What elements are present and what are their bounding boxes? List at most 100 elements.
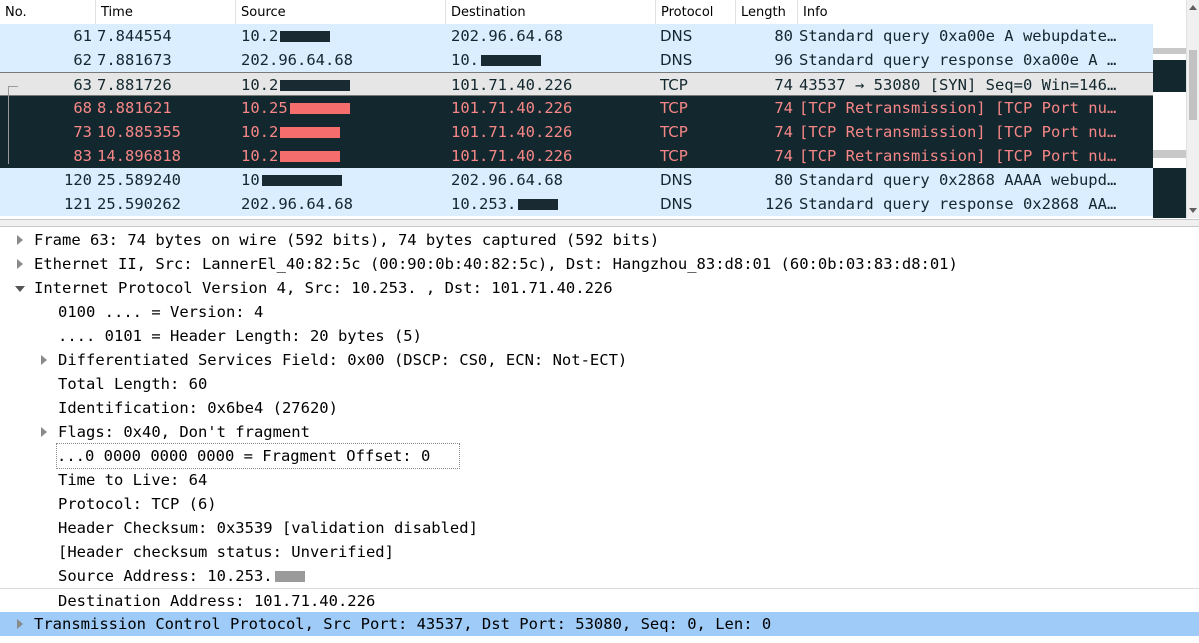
packet-protocol: DNS (660, 51, 693, 69)
detail-ethernet[interactable]: Ethernet II, Src: LannerEl_40:82:5c (00:… (0, 252, 1199, 276)
packet-time: 8.881621 (97, 99, 172, 117)
redaction-mark (280, 80, 351, 91)
minimap-band (1153, 48, 1186, 54)
column-length[interactable]: Length (736, 0, 798, 24)
packet-no: 120 (64, 171, 92, 189)
packet-time: 10.885355 (97, 123, 181, 141)
conversation-bracket (8, 86, 19, 164)
redaction-mark (481, 55, 541, 66)
detail-ip-flags[interactable]: Flags: 0x40, Don't fragment (0, 420, 1199, 444)
collapse-arrow-icon[interactable] (15, 286, 25, 292)
detail-ip[interactable]: Internet Protocol Version 4, Src: 10.253… (0, 276, 1199, 300)
scroll-down-icon[interactable] (1189, 208, 1197, 213)
packet-source: 10.2 (241, 73, 445, 97)
expand-arrow-icon[interactable] (17, 619, 23, 629)
packet-destination: 101.71.40.226 (451, 99, 573, 117)
packet-destination: 202.96.64.68 (451, 171, 563, 189)
detail-ip-identification[interactable]: Identification: 0x6be4 (27620) (0, 396, 1199, 420)
packet-protocol: TCP (660, 99, 688, 117)
packet-protocol: DNS (660, 195, 693, 213)
packet-row[interactable]: 120 25.589240 10 202.96.64.68 DNS 80 Sta… (0, 168, 1153, 192)
packet-row[interactable]: 62 7.881673 202.96.64.68 10. DNS 96 Stan… (0, 48, 1153, 72)
packet-source: 10.2 (241, 144, 445, 168)
packet-row[interactable]: 73 10.885355 10.2 101.71.40.226 TCP 74 [… (0, 120, 1153, 144)
detail-ip-checksum-status[interactable]: [Header checksum status: Unverified] (0, 540, 1199, 564)
packet-length: 126 (765, 195, 793, 213)
scroll-up-icon[interactable] (1189, 5, 1197, 10)
expand-arrow-icon[interactable] (41, 355, 47, 365)
detail-ip-header-length[interactable]: .... 0101 = Header Length: 20 bytes (5) (0, 324, 1199, 348)
packet-source: 202.96.64.68 (241, 51, 353, 69)
packet-info: 43537 → 53080 [SYN] Seq=0 Win=146… (799, 76, 1117, 94)
packet-destination: 10. (451, 48, 655, 72)
packet-source: 10.2 (241, 120, 445, 144)
column-protocol[interactable]: Protocol (656, 0, 736, 24)
packet-row[interactable]: 121 25.590262 202.96.64.68 10.253. DNS 1… (0, 192, 1153, 216)
detail-frame[interactable]: Frame 63: 74 bytes on wire (592 bits), 7… (0, 228, 1199, 252)
packet-info: Standard query response 0xa00e A … (799, 51, 1117, 69)
packet-info: Standard query 0x2868 AAAA webupd… (799, 171, 1117, 189)
packet-list[interactable]: No. Time Source Destination Protocol Len… (0, 0, 1199, 220)
packet-list-scrollbar[interactable] (1186, 0, 1199, 218)
redaction-mark (518, 199, 559, 210)
minimap-band (1153, 150, 1186, 158)
column-info[interactable]: Info (798, 0, 1186, 24)
packet-row[interactable]: 68 8.881621 10.25 101.71.40.226 TCP 74 [… (0, 96, 1153, 120)
packet-length: 74 (774, 99, 793, 117)
packet-destination: 10.253. (451, 192, 655, 216)
packet-row[interactable]: 83 14.896818 10.2 101.71.40.226 TCP 74 [… (0, 144, 1153, 168)
expand-arrow-icon[interactable] (41, 427, 47, 437)
packet-protocol: TCP (660, 147, 688, 165)
packet-time: 7.881673 (97, 51, 172, 69)
detail-ip-protocol[interactable]: Protocol: TCP (6) (0, 492, 1199, 516)
detail-ip-dsfield[interactable]: Differentiated Services Field: 0x00 (DSC… (0, 348, 1199, 372)
packet-length: 74 (774, 123, 793, 141)
redaction-mark (289, 103, 350, 114)
packet-time: 7.881726 (97, 76, 172, 94)
column-source[interactable]: Source (236, 0, 446, 24)
packet-source: 10 (241, 168, 445, 192)
detail-ip-ttl[interactable]: Time to Live: 64 (0, 468, 1199, 492)
packet-length: 80 (774, 171, 793, 189)
packet-protocol: DNS (660, 171, 693, 189)
minimap-band (1153, 92, 1186, 150)
detail-ip-destination-address[interactable]: Destination Address: 101.71.40.226 (0, 588, 1199, 612)
redaction-mark (280, 31, 331, 42)
packet-info: [TCP Retransmission] [TCP Port nu… (799, 123, 1117, 141)
packet-protocol: DNS (660, 27, 693, 45)
detail-ip-total-length[interactable]: Total Length: 60 (0, 372, 1199, 396)
packet-length: 74 (774, 147, 793, 165)
packet-no: 62 (73, 51, 92, 69)
column-no[interactable]: No. (0, 0, 96, 24)
packet-destination: 101.71.40.226 (451, 147, 573, 165)
detail-ip-source-address[interactable]: Source Address: 10.253. (0, 564, 1199, 588)
packet-details[interactable]: Frame 63: 74 bytes on wire (592 bits), 7… (0, 228, 1199, 643)
packet-no: 61 (73, 27, 92, 45)
packet-minimap[interactable] (1153, 24, 1186, 218)
minimap-band (1153, 168, 1186, 218)
packet-time: 14.896818 (97, 147, 181, 165)
packet-length: 96 (774, 51, 793, 69)
packet-destination: 101.71.40.226 (451, 123, 573, 141)
packet-row-selected[interactable]: 63 7.881726 10.2 101.71.40.226 TCP 74 43… (0, 72, 1153, 96)
packet-time: 7.844554 (97, 27, 172, 45)
packet-info: Standard query 0xa00e A webupdate… (799, 27, 1117, 45)
redaction-mark (280, 127, 341, 138)
column-destination[interactable]: Destination (446, 0, 656, 24)
packet-destination: 101.71.40.226 (451, 76, 573, 94)
detail-ip-checksum[interactable]: Header Checksum: 0x3539 [validation disa… (0, 516, 1199, 540)
expand-arrow-icon[interactable] (17, 259, 23, 269)
pane-splitter[interactable] (0, 219, 1199, 227)
detail-tcp[interactable]: Transmission Control Protocol, Src Port:… (0, 612, 1199, 636)
packet-info: [TCP Retransmission] [TCP Port nu… (799, 99, 1117, 117)
redaction-mark (274, 571, 305, 582)
detail-ip-fragment-offset[interactable]: ...0 0000 0000 0000 = Fragment Offset: 0 (0, 443, 1199, 469)
column-time[interactable]: Time (96, 0, 236, 24)
packet-destination: 202.96.64.68 (451, 27, 563, 45)
redaction-mark (280, 151, 341, 162)
scroll-thumb[interactable] (1189, 50, 1197, 120)
detail-ip-version[interactable]: 0100 .... = Version: 4 (0, 300, 1199, 324)
packet-source: 202.96.64.68 (241, 195, 353, 213)
packet-row[interactable]: 61 7.844554 10.2 202.96.64.68 DNS 80 Sta… (0, 24, 1153, 48)
expand-arrow-icon[interactable] (17, 235, 23, 245)
